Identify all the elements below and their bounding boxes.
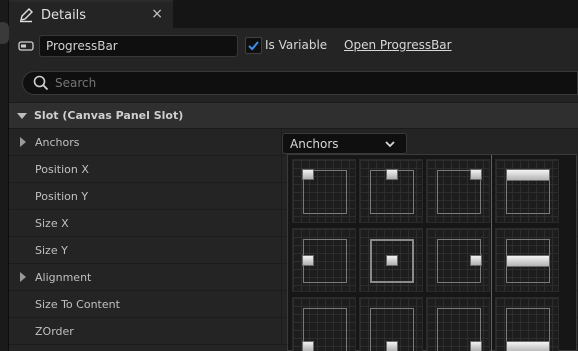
section-title: Slot (Canvas Panel Slot) — [34, 109, 184, 122]
anchor-preset-top-left[interactable] — [292, 159, 356, 223]
pencil-icon — [17, 6, 35, 24]
widget-icon — [17, 39, 35, 53]
property-name-cell: ZOrder — [9, 318, 282, 344]
anchors-dropdown[interactable]: Anchors — [282, 133, 407, 154]
tab-title: Details — [41, 7, 87, 23]
left-panel-edge — [0, 0, 9, 351]
triangle-down-icon — [17, 112, 27, 119]
property-label: Position Y — [35, 190, 89, 203]
property-name-cell: Anchors — [9, 129, 282, 155]
property-label: ZOrder — [35, 325, 74, 338]
anchor-presets-popup — [287, 154, 577, 351]
is-variable-checkbox[interactable] — [245, 37, 262, 54]
anchor-preset-top-center[interactable] — [359, 159, 423, 223]
tab-bar: Details × — [9, 0, 578, 28]
property-label: Anchors — [35, 136, 80, 149]
property-name-cell: Position Y — [9, 183, 282, 209]
widget-name-group — [17, 35, 238, 57]
chevron-down-icon — [385, 141, 395, 148]
property-label: Position X — [35, 163, 89, 176]
property-label: Size Y — [35, 244, 68, 257]
triangle-right-icon[interactable] — [20, 137, 26, 147]
triangle-right-icon[interactable] — [20, 272, 26, 282]
widget-header: Is Variable Open ProgressBar — [9, 28, 578, 66]
close-icon[interactable]: × — [151, 6, 163, 22]
search-icon — [33, 75, 49, 91]
tab-details[interactable]: Details × — [9, 0, 173, 28]
details-panel: Is Variable Open ProgressBar Slot (Canva… — [9, 28, 578, 351]
section-slot-header[interactable]: Slot (Canvas Panel Slot) — [9, 102, 578, 129]
property-label: Size To Content — [35, 298, 120, 311]
anchor-preset-bottom-right[interactable] — [426, 297, 490, 351]
check-icon — [248, 41, 259, 51]
anchor-preset-center-stretch[interactable] — [495, 228, 559, 292]
search-box[interactable] — [22, 71, 578, 95]
anchor-preset-top-right[interactable] — [426, 159, 490, 223]
anchor-preset-center-left[interactable] — [292, 228, 356, 292]
anchors-dropdown-value: Anchors — [290, 136, 339, 151]
popup-separator — [491, 155, 492, 351]
property-name-cell: Position X — [9, 156, 282, 182]
property-label: Size X — [35, 217, 69, 230]
anchor-preset-bottom-left[interactable] — [292, 297, 356, 351]
anchor-preset-center-right[interactable] — [426, 228, 490, 292]
open-progressbar-link[interactable]: Open ProgressBar — [344, 38, 452, 52]
property-name-cell: Alignment — [9, 264, 282, 290]
resize-knob[interactable] — [0, 22, 9, 44]
property-label: Alignment — [35, 271, 92, 284]
widget-name-input[interactable] — [39, 35, 238, 57]
property-name-cell: Size Y — [9, 237, 282, 263]
property-name-cell: Size X — [9, 210, 282, 236]
anchor-preset-bottom-stretch[interactable] — [495, 297, 559, 351]
anchor-preset-center[interactable] — [359, 228, 423, 292]
anchor-preset-top-stretch[interactable] — [495, 159, 559, 223]
property-name-cell: Size To Content — [9, 291, 282, 317]
is-variable-label: Is Variable — [265, 38, 328, 52]
search-input[interactable] — [55, 73, 577, 93]
anchor-preset-bottom-center[interactable] — [359, 297, 423, 351]
